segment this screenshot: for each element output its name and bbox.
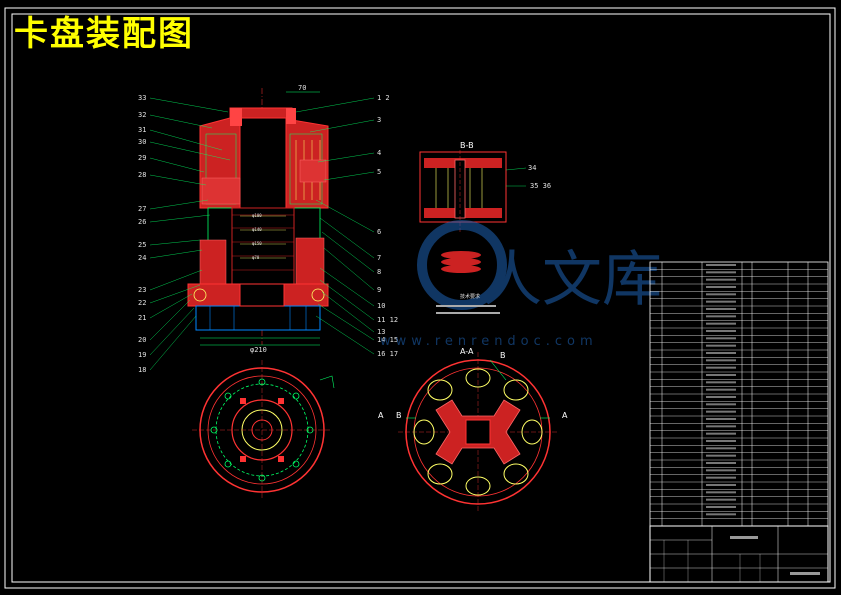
table-cell-text <box>706 432 736 435</box>
callout-label: 30 <box>138 138 146 146</box>
table-cell-text <box>706 403 736 406</box>
callout-label: 18 <box>138 366 146 374</box>
outer-frame <box>4 7 836 589</box>
callout-label: 33 <box>138 94 146 102</box>
callout-label: 22 <box>138 299 146 307</box>
table-cell-text <box>706 300 736 303</box>
callout-label: 16 17 <box>377 350 398 358</box>
main-section-view: 70 φ210 φ100 φ140 φ150 φ70 <box>149 84 375 371</box>
callout-label: 26 <box>138 218 146 226</box>
table-cell-text <box>706 337 736 340</box>
table-cell-text <box>706 330 736 332</box>
svg-text:φ70: φ70 <box>252 255 260 260</box>
callout-label: 5 <box>377 168 381 176</box>
table-cell-text <box>706 462 736 464</box>
bb-section-label: B-B <box>460 141 474 150</box>
right-callouts: 1 2 3 4 5 6 7 8 9 10 11 12 13 14 15 16 1… <box>377 94 398 358</box>
callout-label: 25 <box>138 241 146 249</box>
table-cell-text <box>706 425 736 428</box>
table-cell-text <box>706 498 736 501</box>
top-view-left <box>192 360 335 500</box>
parts-list-table <box>649 261 829 527</box>
table-cell-text <box>706 513 736 516</box>
table-cell-text <box>706 410 736 413</box>
drawing-sheet: 70 φ210 φ100 φ140 φ150 φ70 33 32 31 30 29 … <box>4 7 836 589</box>
svg-text:φ150: φ150 <box>252 241 262 246</box>
table-cell-text <box>706 469 736 472</box>
callout-label: 8 <box>377 268 381 276</box>
callout-label: 9 <box>377 286 381 294</box>
table-cell-text <box>706 293 736 296</box>
section-a-right: A <box>562 411 568 420</box>
watermark: 人文库 www.renrendoc.com <box>380 220 662 349</box>
callout-label: 32 <box>138 111 146 119</box>
table-cell-text <box>706 366 736 369</box>
callout-label: 11 12 <box>377 316 398 324</box>
table-cell-text <box>706 491 736 494</box>
table-cell-text <box>706 322 736 325</box>
table-cell-text <box>706 308 736 310</box>
callout-label: 6 <box>377 228 381 236</box>
table-cell-text <box>706 286 736 288</box>
table-cell-text <box>706 454 736 457</box>
callout-label: 20 <box>138 336 146 344</box>
bb-callout-35-36: 35 36 <box>530 182 551 190</box>
table-cell-text <box>706 447 736 450</box>
dim-bottom: φ210 <box>250 346 267 354</box>
aa-section-label: A-A <box>460 347 474 356</box>
table-cell-text <box>706 396 736 398</box>
callout-label: 27 <box>138 205 146 213</box>
watermark-logo-text: 人文库 <box>482 245 662 315</box>
callout-label: 29 <box>138 154 146 162</box>
table-cell-text <box>706 506 736 508</box>
table-cell-text <box>706 388 736 391</box>
callout-label: 21 <box>138 314 146 322</box>
callout-label: 23 <box>138 286 146 294</box>
aa-section-view: A-A A B A B <box>378 347 568 512</box>
callout-label: 1 2 <box>377 94 390 102</box>
table-cell-text <box>706 484 736 486</box>
svg-text:φ140: φ140 <box>252 227 262 232</box>
table-cell-text <box>706 374 736 376</box>
section-a-left: A <box>378 411 384 420</box>
table-cell-text <box>706 381 736 384</box>
callout-label: 24 <box>138 254 146 262</box>
svg-text:φ100: φ100 <box>252 213 262 218</box>
callout-label: 10 <box>377 302 385 310</box>
left-callouts: 33 32 31 30 29 28 27 26 25 24 23 22 21 2… <box>138 94 146 374</box>
table-cell-text <box>706 315 736 318</box>
callout-label: 7 <box>377 254 381 262</box>
callout-label: 31 <box>138 126 146 134</box>
callout-label: 3 <box>377 116 381 124</box>
dim-top: 70 <box>298 84 306 92</box>
table-cell-text <box>706 278 736 281</box>
callout-label: 19 <box>138 351 146 359</box>
section-b-right: B <box>500 351 506 360</box>
title-block <box>649 525 829 583</box>
callout-label: 4 <box>377 149 381 157</box>
table-cell-text <box>706 476 736 479</box>
watermark-url: www.renrendoc.com <box>380 334 598 349</box>
table-cell-text <box>706 264 736 266</box>
bb-callout-34: 34 <box>528 164 536 172</box>
table-cell-text <box>706 359 736 362</box>
table-cell-text <box>706 271 736 274</box>
table-cell-text <box>706 440 736 442</box>
callout-label: 28 <box>138 171 146 179</box>
table-cell-text <box>706 352 736 354</box>
table-cell-text <box>706 418 736 420</box>
table-cell-text <box>706 344 736 347</box>
section-b-left: B <box>396 411 402 420</box>
svg-text:技术要求: 技术要求 <box>460 293 480 300</box>
